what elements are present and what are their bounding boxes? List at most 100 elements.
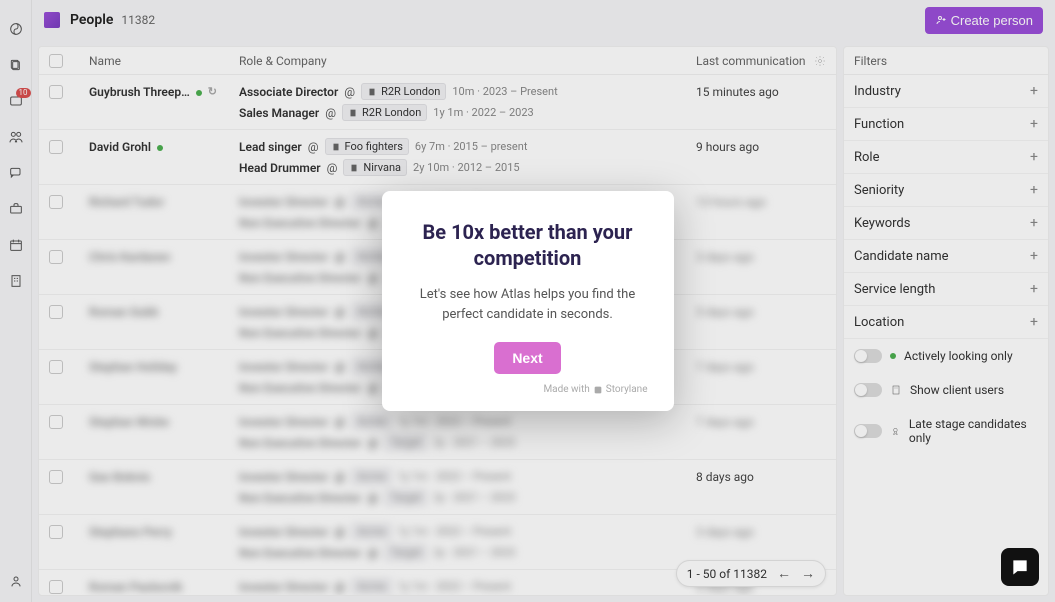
create-person-label: Create person: [951, 13, 1033, 28]
building-icon: [890, 384, 902, 396]
select-all-checkbox[interactable]: [49, 54, 63, 68]
header-role[interactable]: Role & Company: [229, 54, 686, 68]
plus-icon: +: [1030, 149, 1038, 165]
table-row[interactable]: Gao BoknisInvestor Director @ Acme 1y 1m…: [39, 460, 836, 515]
gear-icon[interactable]: [814, 55, 826, 67]
row-comm: 9 hours ago: [686, 130, 836, 184]
pagination-prev[interactable]: ←: [777, 565, 791, 582]
nav-icon-swirl[interactable]: [7, 20, 25, 38]
filter-item[interactable]: Location+: [844, 306, 1048, 339]
row-checkbox[interactable]: [49, 85, 63, 99]
logo-icon: [44, 12, 60, 28]
plus-icon: +: [1030, 281, 1038, 297]
toggle[interactable]: [854, 349, 882, 363]
nav-icon-calendar[interactable]: [7, 236, 25, 254]
table-row[interactable]: Guybrush Threep…↻Associate Director@R2R …: [39, 75, 836, 130]
row-comm: 8 days ago: [686, 460, 836, 514]
header-name[interactable]: Name: [79, 54, 229, 68]
chat-icon: [1010, 557, 1030, 577]
modal-title: Be 10x better than your competition: [408, 219, 648, 271]
company-chip[interactable]: R2R London: [342, 104, 427, 121]
filter-toggle-row: Show client users: [844, 373, 1048, 407]
nav-icon-copy[interactable]: [7, 56, 25, 74]
table-row[interactable]: Stephan WickeInvestor Director @ Acme 1y…: [39, 405, 836, 460]
row-checkbox[interactable]: [49, 415, 63, 429]
plus-icon: +: [1030, 182, 1038, 198]
row-checkbox[interactable]: [49, 250, 63, 264]
filter-item[interactable]: Function+: [844, 108, 1048, 141]
nav-icon-user[interactable]: [7, 572, 25, 590]
toggle[interactable]: [854, 424, 882, 438]
row-checkbox[interactable]: [49, 140, 63, 154]
row-role: Investor Director @ Acme 1y 1m · 2022 – …: [229, 515, 686, 569]
onboarding-modal: Be 10x better than your competition Let'…: [382, 191, 674, 411]
filter-item[interactable]: Candidate name+: [844, 240, 1048, 273]
row-name: Stephan Wicke: [79, 405, 229, 459]
row-comm: 5 days ago: [686, 295, 836, 349]
pagination-text: 1 - 50 of 11382: [687, 567, 767, 581]
nav-icon-building[interactable]: [7, 272, 25, 290]
row-name: David Grohl: [79, 130, 229, 184]
page-title: People: [70, 12, 113, 28]
row-comm: 13 hours ago: [686, 185, 836, 239]
row-checkbox-cell: [39, 240, 79, 294]
sync-icon: ↻: [208, 85, 217, 98]
filter-toggle-row: Late stage candidates only: [844, 407, 1048, 455]
toggle[interactable]: [854, 383, 882, 397]
plus-icon: +: [1030, 248, 1038, 264]
plus-icon: +: [1030, 116, 1038, 132]
plus-icon: +: [1030, 83, 1038, 99]
header-checkbox-cell: [39, 54, 79, 68]
row-role: Investor Director @ Acme 1y 1m · 2022 – …: [229, 460, 686, 514]
row-checkbox[interactable]: [49, 525, 63, 539]
filter-item[interactable]: Service length+: [844, 273, 1048, 306]
row-checkbox-cell: [39, 515, 79, 569]
row-name: Richard Tudor: [79, 185, 229, 239]
filter-item[interactable]: Industry+: [844, 75, 1048, 108]
row-name: Gao Boknis: [79, 460, 229, 514]
row-role: Lead singer@Foo fighters6y 7m · 2015 – p…: [229, 130, 686, 184]
row-name: Roman Paulscnik: [79, 570, 229, 595]
table-row[interactable]: David GrohlLead singer@Foo fighters6y 7m…: [39, 130, 836, 185]
person-plus-icon: [935, 14, 947, 26]
page-count: 11382: [121, 13, 155, 27]
inbox-badge: 10: [16, 88, 31, 98]
nav-icon-people[interactable]: [7, 128, 25, 146]
active-dot-icon: [157, 145, 163, 151]
row-checkbox[interactable]: [49, 470, 63, 484]
row-name: Guybrush Threep…↻: [79, 75, 229, 129]
row-checkbox-cell: [39, 460, 79, 514]
pagination-next[interactable]: →: [801, 565, 815, 582]
row-comm: 15 minutes ago: [686, 75, 836, 129]
nav-icon-briefcase[interactable]: [7, 200, 25, 218]
nav-icon-inbox[interactable]: 10: [7, 92, 25, 110]
modal-next-button[interactable]: Next: [494, 342, 560, 374]
company-chip[interactable]: Nirvana: [343, 159, 407, 176]
company-chip[interactable]: Foo fighters: [325, 138, 409, 155]
filter-item[interactable]: Role+: [844, 141, 1048, 174]
badge-icon: [890, 425, 901, 437]
filter-item[interactable]: Keywords+: [844, 207, 1048, 240]
row-name: Roman Gubb: [79, 295, 229, 349]
row-comm: 7 days ago: [686, 350, 836, 404]
row-checkbox[interactable]: [49, 580, 63, 594]
create-person-button[interactable]: Create person: [925, 7, 1043, 34]
row-checkbox[interactable]: [49, 360, 63, 374]
row-checkbox[interactable]: [49, 195, 63, 209]
company-chip[interactable]: R2R London: [361, 83, 446, 100]
row-name: Chris Kardanev: [79, 240, 229, 294]
active-dot-icon: [890, 353, 896, 359]
table-header: Name Role & Company Last communication: [39, 47, 836, 75]
row-role: Investor Director @ Acme 1y 1m · 2022 – …: [229, 570, 686, 595]
modal-footer: Made with Storylane: [408, 384, 648, 395]
header-comm[interactable]: Last communication: [686, 54, 836, 68]
row-checkbox[interactable]: [49, 305, 63, 319]
active-dot-icon: [196, 90, 202, 96]
row-checkbox-cell: [39, 75, 79, 129]
nav-icon-chat[interactable]: [7, 164, 25, 182]
row-comm: 7 days ago: [686, 405, 836, 459]
intercom-launcher[interactable]: [1001, 548, 1039, 586]
filter-item[interactable]: Seniority+: [844, 174, 1048, 207]
storylane-icon: [593, 385, 603, 395]
plus-icon: +: [1030, 314, 1038, 330]
